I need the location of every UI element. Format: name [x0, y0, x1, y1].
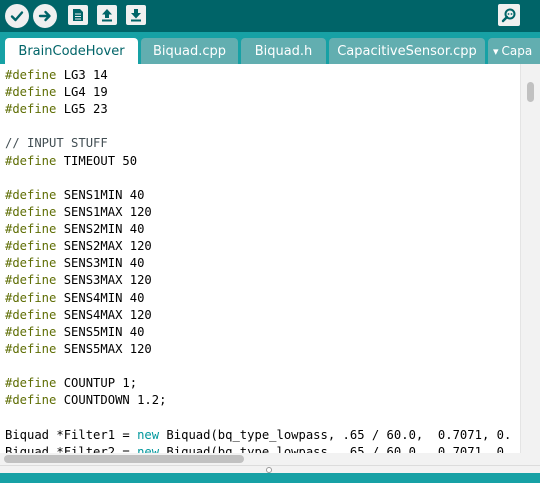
checkmark-icon: [10, 9, 24, 23]
code-line[interactable]: #define SENS5MIN 40: [5, 324, 144, 341]
chevron-down-icon: ▾: [493, 44, 499, 58]
tab-bar: BrainCodeHover Biquad.cpp Biquad.h Capac…: [0, 32, 540, 64]
tab-label: Biquad.h: [254, 43, 313, 59]
console-header: [0, 473, 540, 483]
code-editor[interactable]: #define LG3 14 #define LG4 19 #define LG5 …: [0, 64, 540, 453]
code-line[interactable]: #define SENS4MIN 40: [5, 290, 144, 307]
arrow-right-icon: [38, 9, 52, 23]
code-line[interactable]: Biquad *Filter2 = new Biquad(bq_type_low…: [5, 444, 511, 453]
code-line[interactable]: Biquad *Filter1 = new Biquad(bq_type_low…: [5, 427, 511, 444]
code-line[interactable]: #define SENS1MIN 40: [5, 187, 144, 204]
code-line[interactable]: // INPUT STUFF: [5, 135, 108, 152]
code-line[interactable]: #define COUNTUP 1;: [5, 375, 137, 392]
open-button[interactable]: [97, 5, 117, 25]
new-sketch-button[interactable]: [68, 5, 88, 25]
magnifier-icon: [501, 7, 517, 23]
arrow-down-icon: [130, 8, 142, 22]
tab-overflow-menu[interactable]: ▾ Capa: [488, 38, 540, 64]
code-line[interactable]: #define SENS3MAX 120: [5, 272, 152, 289]
code-line[interactable]: #define COUNTDOWN 1.2;: [5, 392, 166, 409]
serial-monitor-button[interactable]: [498, 4, 520, 26]
code-line[interactable]: #define LG5 23: [5, 101, 108, 118]
code-line[interactable]: #define SENS5MAX 120: [5, 341, 152, 358]
code-line[interactable]: #define SENS3MIN 40: [5, 255, 144, 272]
tab-label: BrainCodeHover: [18, 43, 125, 59]
console-divider[interactable]: [0, 465, 540, 473]
code-line[interactable]: #define LG3 14: [5, 67, 108, 84]
tab-label: Capa: [501, 44, 533, 58]
arrow-up-icon: [101, 8, 113, 22]
verify-button[interactable]: [5, 4, 29, 28]
code-line[interactable]: #define SENS2MIN 40: [5, 221, 144, 238]
toolbar: [0, 0, 540, 32]
tab-braincodehover[interactable]: BrainCodeHover: [5, 38, 138, 64]
code-line[interactable]: #define SENS2MAX 120: [5, 238, 152, 255]
save-button[interactable]: [126, 5, 146, 25]
vertical-scrollbar-thumb[interactable]: [527, 82, 534, 102]
tab-label: CapacitiveSensor.cpp: [337, 43, 477, 59]
vertical-scrollbar[interactable]: [520, 64, 540, 453]
code-line[interactable]: #define SENS1MAX 120: [5, 204, 152, 221]
tab-label: Biquad.cpp: [152, 43, 227, 59]
code-line[interactable]: #define LG4 19: [5, 84, 108, 101]
tab-biquad-cpp[interactable]: Biquad.cpp: [141, 38, 238, 64]
tab-biquad-h[interactable]: Biquad.h: [241, 38, 326, 64]
tab-capacitivesensor-cpp[interactable]: CapacitiveSensor.cpp: [329, 38, 485, 64]
horizontal-scrollbar[interactable]: [0, 453, 540, 465]
upload-button[interactable]: [33, 4, 57, 28]
code-line[interactable]: #define TIMEOUT 50: [5, 153, 137, 170]
document-icon: [72, 8, 84, 22]
code-line[interactable]: #define SENS4MAX 120: [5, 307, 152, 324]
horizontal-scrollbar-thumb[interactable]: [4, 455, 244, 463]
